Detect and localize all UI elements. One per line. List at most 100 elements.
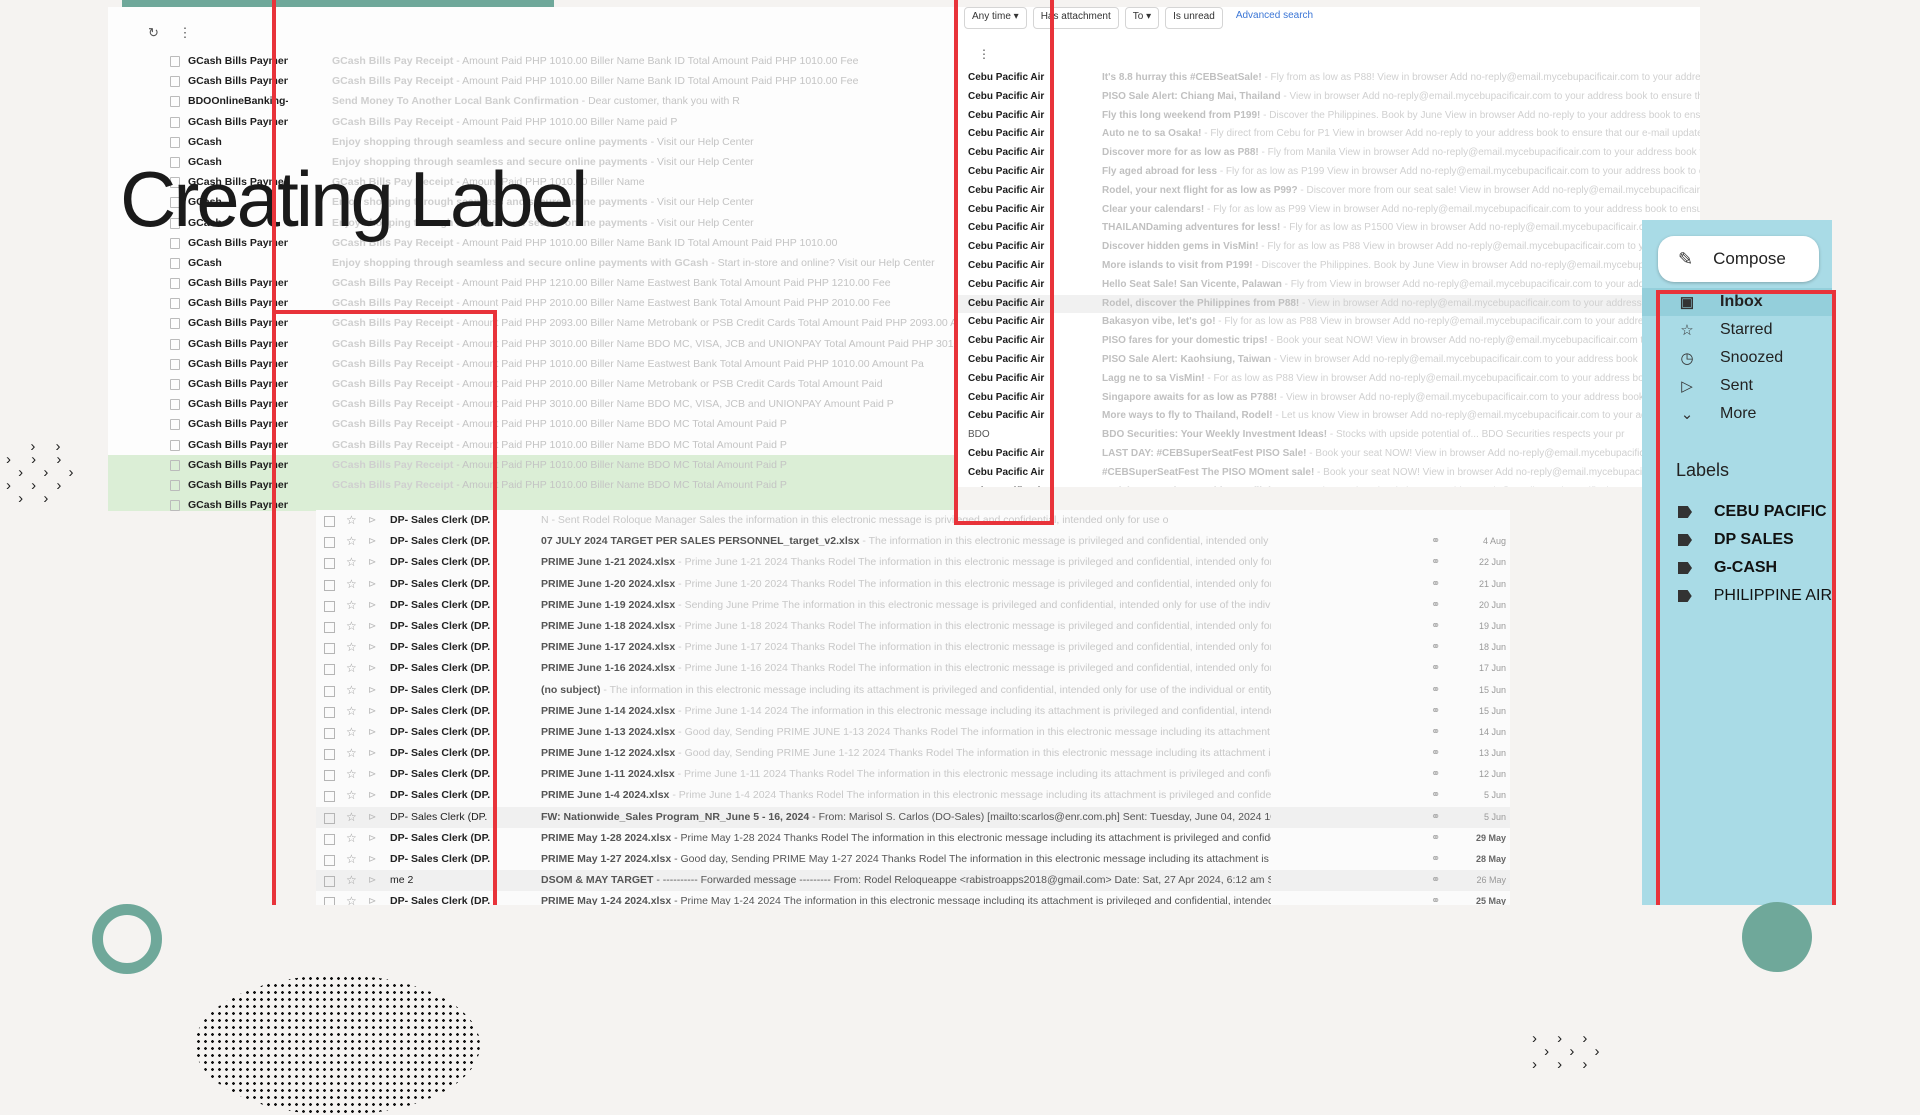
list-item[interactable]: GCash Bills Payment 3GCash Bills Pay Rec… <box>108 293 958 313</box>
email-snippet: N - Sent Rodel Roloque Manager Sales the… <box>541 514 1169 526</box>
list-item[interactable]: Cebu Pacific Air PISO Sale Alert: Kaohsiu… <box>958 351 1700 370</box>
email-snippet: - Discover the Philippines. Book by June… <box>1260 109 1700 121</box>
email-snippet: - Fly for as low as P199 View in browser… <box>1219 165 1700 177</box>
email-subject: PRIME June 1-4 2024.xlsx - Prime June 1-… <box>541 785 1271 806</box>
decorative-chevrons: › › › › › › › › › <box>1532 1030 1608 1073</box>
email-snippet: - Amount Paid PHP 1010.00 Biller Name BD… <box>453 458 787 471</box>
inbox-toolbar: ↻ ⋮ <box>148 25 208 41</box>
row-checkbox[interactable] <box>170 318 180 330</box>
email-snippet: - Amount Paid PHP 1010.00 Biller Name BD… <box>453 418 787 431</box>
list-item[interactable]: Cebu Pacific Air More ways to fly to Thai… <box>958 407 1700 426</box>
attachment-icon: ⚭ <box>1431 725 1441 738</box>
row-checkbox[interactable] <box>170 419 180 431</box>
list-item[interactable]: Cebu Pacific AirRodel, are you happy wit… <box>958 483 1700 487</box>
list-item[interactable]: Cebu Pacific Air Bakasyon vibe, let's go!… <box>958 313 1700 332</box>
compose-label: Compose <box>1713 249 1786 268</box>
list-item[interactable]: Cebu Pacific Air PISO Sale Alert: Chiang … <box>958 88 1700 107</box>
email-subject: GCash Bills Pay Receipt - Amount Paid PH… <box>332 273 958 293</box>
list-item[interactable]: Cebu Pacific Air LAST DAY: #CEBSuperSeatF… <box>958 445 1700 464</box>
list-item[interactable]: Cebu Pacific Air More islands to visit fr… <box>958 257 1700 276</box>
refresh-icon[interactable]: ↻ <box>148 25 159 40</box>
list-item[interactable]: GCash Bills Payment GCash Bills Pay Recei… <box>108 374 958 394</box>
row-checkbox[interactable] <box>170 96 180 108</box>
row-checkbox[interactable] <box>170 479 180 491</box>
list-item[interactable]: GCash Bills Payment GCash Bills Pay Recei… <box>108 435 958 455</box>
list-item[interactable]: GCash Bills Payment GCash Bills Pay Recei… <box>108 454 958 475</box>
subject-text: Fly this long weekend from P199! <box>1102 109 1261 121</box>
subject-text: Bakasyon vibe, let's go! <box>1102 316 1216 328</box>
list-item[interactable]: GCash Bills Payment GCash Bills Pay Recei… <box>108 334 958 354</box>
list-item[interactable]: GCash Bills Payment GCash Bills Pay Recei… <box>108 273 958 293</box>
list-item[interactable]: Cebu Pacific Air Clear your calendars! - … <box>958 201 1700 220</box>
row-checkbox[interactable] <box>170 56 180 67</box>
subject-text: Fly aged abroad for less <box>1102 165 1218 177</box>
more-options-icon[interactable]: ⋮ <box>179 25 192 40</box>
list-item[interactable]: GCash Bills Payment <box>108 495 958 511</box>
row-checkbox[interactable] <box>170 298 180 310</box>
list-item[interactable]: BDO BDO Securities: Your Weekly Investmen… <box>958 426 1700 445</box>
filter-chip[interactable]: To ▾ <box>1124 7 1160 29</box>
list-item[interactable]: GCash Enjoy shopping through seamless and… <box>108 132 958 152</box>
email-snippet: - Amount Paid PHP 1010.00 Biller Name Ba… <box>453 55 859 67</box>
row-checkbox[interactable] <box>170 136 180 148</box>
attachment-icon: ⚭ <box>1431 831 1441 844</box>
list-item[interactable]: GCash Bills Payment GCash Bills Pay Recei… <box>108 354 958 374</box>
row-checkbox[interactable] <box>170 439 180 451</box>
cebu-pacific-search-pane: Any time ▾ Has attachment To ▾ Is unread Adv… <box>958 7 1700 487</box>
list-item[interactable]: GCash Bills Payment 3GCash Bills Pay Rec… <box>108 51 958 71</box>
list-item[interactable]: Cebu Pacific Air Lagg ne to sa VisMin! - … <box>958 370 1700 389</box>
row-checkbox[interactable] <box>170 116 180 128</box>
list-item[interactable]: Cebu Pacific Air Auto ne to sa Osaka! - F… <box>958 125 1700 144</box>
list-item[interactable]: Cebu Pacific Air It's 8.8 hurray this #CE… <box>958 69 1700 88</box>
list-item[interactable]: Cebu Pacific Air Rodel, discover the Phil… <box>958 294 1700 314</box>
list-item[interactable]: GCash Bills Payment GCash Bills Pay Recei… <box>108 313 958 333</box>
list-item[interactable]: GCash Bills Payment GCash Bills Pay Recei… <box>108 112 958 132</box>
list-item[interactable]: GCash Enjoy shopping through seamless and… <box>108 253 958 273</box>
email-subject: Send Money To Another Local Bank Confirm… <box>332 91 958 111</box>
attachment-icon: ⚭ <box>1431 641 1441 654</box>
row-checkbox[interactable] <box>170 459 180 471</box>
list-item[interactable]: Cebu Pacific Air Fly aged abroad for less… <box>958 163 1700 182</box>
email-date: 15 Jun <box>1478 684 1506 695</box>
list-item[interactable]: Cebu Pacific Air Hello Seat Sale! San Vic… <box>958 276 1700 295</box>
row-checkbox[interactable] <box>170 500 180 511</box>
subject-text: PRIME June 1-16 2024.xlsx <box>541 662 676 675</box>
row-checkbox[interactable] <box>170 399 180 411</box>
email-snippet: - Amount Paid PHP 3010.00 Biller Name BD… <box>453 337 958 350</box>
list-item[interactable]: GCash Bills Payment GCash Bills Pay Recei… <box>108 71 958 91</box>
email-snippet: - Prime June 1-17 2024 Thanks Rodel The … <box>675 641 1271 654</box>
row-checkbox[interactable] <box>170 338 180 350</box>
list-item[interactable]: Cebu Pacific Air Fly this long weekend fr… <box>958 107 1700 126</box>
list-item[interactable]: Cebu Pacific Air Rodel, your next flight … <box>958 182 1700 201</box>
email-snippet: - Amount Paid PHP 2093.00 Biller Name Me… <box>453 317 958 330</box>
list-item[interactable]: Cebu Pacific Air PISO fares for your dome… <box>958 332 1700 351</box>
filter-chip[interactable]: Advanced search <box>1229 7 1320 29</box>
email-date: 19 Jun <box>1478 620 1506 631</box>
email-subject: FW: Nationwide_Sales Program_NR_June 5 -… <box>541 807 1271 828</box>
row-checkbox[interactable] <box>170 76 180 88</box>
row-checkbox[interactable] <box>170 278 180 290</box>
list-item[interactable]: GCash Bills Payment GCash Bills Pay Recei… <box>108 414 958 434</box>
list-item[interactable]: BDOOnlineBanking-no.Send Money To Anothe… <box>108 91 958 111</box>
list-item[interactable]: Cebu Pacific Air Singapore awaits for as … <box>958 389 1700 408</box>
subject-text: PISO Sale Alert: Chiang Mai, Thailand <box>1102 90 1281 102</box>
email-date: 14 Jun <box>1478 726 1506 737</box>
email-date: 25 May <box>1475 896 1506 905</box>
subject-text: PRIME May 1-28 2024.xlsx <box>541 831 672 844</box>
list-item[interactable]: Cebu Pacific Air Discover more for as low… <box>958 144 1700 163</box>
list-item[interactable]: GCash Bills Payment GCash Bills Pay Recei… <box>108 394 958 414</box>
compose-button[interactable]: ✎ Compose <box>1658 236 1819 282</box>
subject-text: 07 JULY 2024 TARGET PER SALES PERSONNEL_… <box>541 535 860 548</box>
list-item[interactable]: GCash Bills Payment GCash Bills Pay Recei… <box>108 474 958 496</box>
filter-chip[interactable]: Is unread <box>1165 7 1223 29</box>
row-checkbox[interactable] <box>170 358 180 370</box>
subject-text: THAILANDaming adventures for less! <box>1102 222 1281 234</box>
list-item[interactable]: Cebu Pacific Air Discover hidden gems in … <box>958 238 1700 257</box>
list-item[interactable]: Cebu Pacific Air THAILANDaming adventures… <box>958 219 1700 238</box>
list-item[interactable]: Cebu Pacific Air #CEBSuperSeatFest The PI… <box>958 464 1700 483</box>
email-subject: PRIME May 1-27 2024.xlsx - Good day, Sen… <box>541 849 1271 870</box>
row-checkbox[interactable] <box>170 257 180 269</box>
row-checkbox[interactable] <box>170 379 180 390</box>
email-date: 5 Jun <box>1483 811 1506 822</box>
email-subject: Singapore awaits for as low as P788! - V… <box>1102 389 1700 408</box>
